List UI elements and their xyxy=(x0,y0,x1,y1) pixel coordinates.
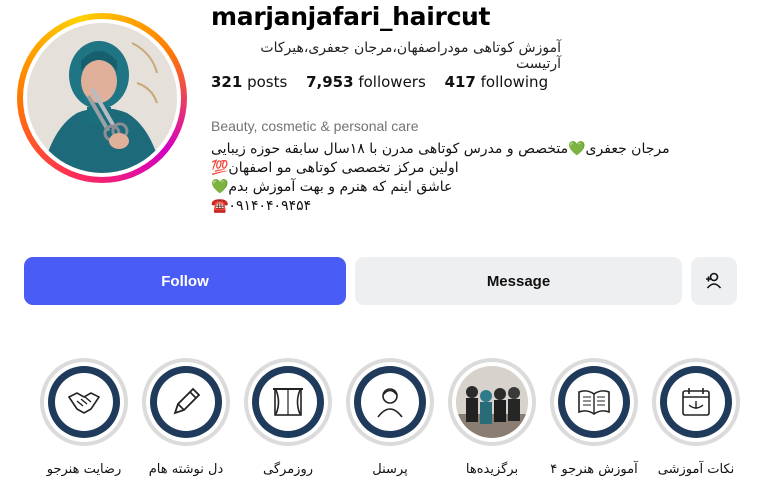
stat-following[interactable]: 417 following xyxy=(445,73,549,91)
profile-username: marjanjafari_haircut xyxy=(211,2,491,31)
highlight-label: پرسنل xyxy=(372,462,408,477)
highlight-item[interactable]: برگزیده‌ها xyxy=(446,358,538,477)
bio-line: مرجان جعفری💚متخصص و مدرس کوتاهی مدرن با … xyxy=(211,141,670,157)
avatar-border xyxy=(23,19,181,177)
profile-full-name: آموزش کوتاهی مودراصفهان،مرجان جعفری،هیرک… xyxy=(260,40,561,72)
handshake-icon xyxy=(67,392,101,414)
book-icon xyxy=(578,390,610,415)
highlight-item[interactable]: رضایت هنرجو xyxy=(38,358,130,477)
pencil-icon xyxy=(173,387,201,415)
highlight-item[interactable]: نکات آموزشی xyxy=(650,358,742,477)
highlight-label: روزمرگی xyxy=(263,462,313,477)
highlight-item[interactable]: آموزش هنرجو ۴ xyxy=(548,358,640,477)
highlight-label: دل نوشته هام xyxy=(148,462,224,477)
bio-line: اولین مرکز تخصصی کوتاهی مو اصفهان💯 xyxy=(211,160,459,176)
profile-bio: مرجان جعفری💚متخصص و مدرس کوتاهی مدرن با … xyxy=(211,141,681,217)
calendar-icon xyxy=(682,388,710,416)
profile-avatar-ring[interactable] xyxy=(17,13,187,183)
message-button[interactable]: Message xyxy=(355,257,682,305)
bio-line: عاشق اینم که هنرم و بهت آموزش بدم💚 xyxy=(211,179,453,195)
group-photo xyxy=(456,366,528,438)
add-user-button[interactable] xyxy=(691,257,737,305)
avatar-photo-illustration xyxy=(27,23,177,173)
avatar[interactable] xyxy=(27,23,177,173)
profile-category: Beauty, cosmetic & personal care xyxy=(211,118,419,134)
highlight-item[interactable]: پرسنل xyxy=(344,358,436,477)
follow-button[interactable]: Follow xyxy=(24,257,346,305)
stat-followers[interactable]: 7,953 followers xyxy=(306,73,426,91)
highlight-label: نکات آموزشی xyxy=(657,462,735,477)
highlight-label: برگزیده‌ها xyxy=(465,462,519,477)
highlight-item[interactable]: روزمرگی xyxy=(242,358,334,477)
highlight-item[interactable]: دل نوشته هام xyxy=(140,358,232,477)
profile-stats: 321 posts 7,953 followers 417 following xyxy=(211,73,562,91)
person-icon xyxy=(377,388,403,418)
more-options-icon[interactable]: ··· xyxy=(456,4,475,28)
person-plus-icon xyxy=(706,272,722,289)
bio-phone: ☎️۰۹۱۴۰۴۰۹۴۵۴ xyxy=(211,198,312,214)
highlight-label: آموزش هنرجو ۴ xyxy=(550,462,638,477)
window-curtains-icon xyxy=(273,388,303,416)
highlight-label: رضایت هنرجو xyxy=(46,462,122,477)
stat-posts[interactable]: 321 posts xyxy=(211,73,287,91)
